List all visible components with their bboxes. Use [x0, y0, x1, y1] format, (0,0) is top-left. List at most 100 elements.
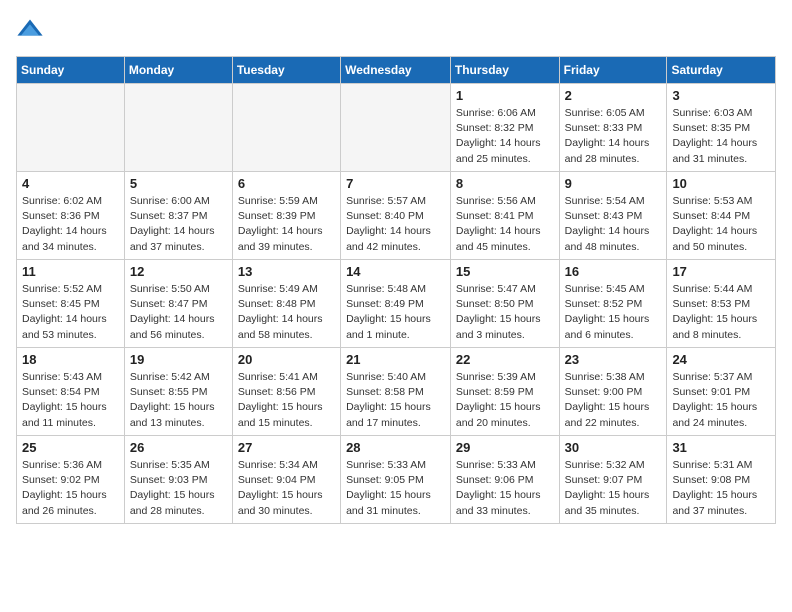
calendar-week-5: 25 Sunrise: 5:36 AM Sunset: 9:02 PM Dayli… [17, 436, 776, 524]
day-number: 28 [346, 440, 445, 455]
calendar-cell: 17 Sunrise: 5:44 AM Sunset: 8:53 PM Dayli… [667, 260, 776, 348]
day-number: 24 [672, 352, 770, 367]
day-number: 13 [238, 264, 335, 279]
calendar-cell: 1 Sunrise: 6:06 AM Sunset: 8:32 PM Daylig… [450, 84, 559, 172]
cell-info: Sunrise: 5:36 AM Sunset: 9:02 PM Dayligh… [22, 458, 119, 519]
day-number: 27 [238, 440, 335, 455]
cell-info: Sunrise: 5:49 AM Sunset: 8:48 PM Dayligh… [238, 282, 335, 343]
cell-info: Sunrise: 5:41 AM Sunset: 8:56 PM Dayligh… [238, 370, 335, 431]
day-number: 5 [130, 176, 227, 191]
weekday-header-thursday: Thursday [450, 57, 559, 84]
cell-info: Sunrise: 6:02 AM Sunset: 8:36 PM Dayligh… [22, 194, 119, 255]
weekday-header-tuesday: Tuesday [232, 57, 340, 84]
cell-info: Sunrise: 5:43 AM Sunset: 8:54 PM Dayligh… [22, 370, 119, 431]
weekday-header-monday: Monday [124, 57, 232, 84]
calendar-cell: 29 Sunrise: 5:33 AM Sunset: 9:06 PM Dayli… [450, 436, 559, 524]
day-number: 31 [672, 440, 770, 455]
calendar-cell: 15 Sunrise: 5:47 AM Sunset: 8:50 PM Dayli… [450, 260, 559, 348]
cell-info: Sunrise: 5:34 AM Sunset: 9:04 PM Dayligh… [238, 458, 335, 519]
day-number: 26 [130, 440, 227, 455]
calendar-week-3: 11 Sunrise: 5:52 AM Sunset: 8:45 PM Dayli… [17, 260, 776, 348]
cell-info: Sunrise: 5:54 AM Sunset: 8:43 PM Dayligh… [565, 194, 662, 255]
day-number: 12 [130, 264, 227, 279]
calendar-cell: 7 Sunrise: 5:57 AM Sunset: 8:40 PM Daylig… [341, 172, 451, 260]
calendar-cell [17, 84, 125, 172]
weekday-header-saturday: Saturday [667, 57, 776, 84]
cell-info: Sunrise: 5:33 AM Sunset: 9:05 PM Dayligh… [346, 458, 445, 519]
day-number: 21 [346, 352, 445, 367]
weekday-header-row: SundayMondayTuesdayWednesdayThursdayFrid… [17, 57, 776, 84]
day-number: 7 [346, 176, 445, 191]
calendar-cell: 20 Sunrise: 5:41 AM Sunset: 8:56 PM Dayli… [232, 348, 340, 436]
calendar-cell: 21Sunrise: 5:40 AM Sunset: 8:58 PM Dayli… [341, 348, 451, 436]
day-number: 2 [565, 88, 662, 103]
calendar-cell: 6 Sunrise: 5:59 AM Sunset: 8:39 PM Daylig… [232, 172, 340, 260]
calendar-cell: 2 Sunrise: 6:05 AM Sunset: 8:33 PM Daylig… [559, 84, 667, 172]
day-number: 17 [672, 264, 770, 279]
day-number: 11 [22, 264, 119, 279]
calendar-cell: 22 Sunrise: 5:39 AM Sunset: 8:59 PM Dayli… [450, 348, 559, 436]
cell-info: Sunrise: 5:53 AM Sunset: 8:44 PM Dayligh… [672, 194, 770, 255]
calendar-cell: 28 Sunrise: 5:33 AM Sunset: 9:05 PM Dayli… [341, 436, 451, 524]
cell-info: Sunrise: 5:44 AM Sunset: 8:53 PM Dayligh… [672, 282, 770, 343]
calendar-cell: 14 Sunrise: 5:48 AM Sunset: 8:49 PM Dayli… [341, 260, 451, 348]
weekday-header-wednesday: Wednesday [341, 57, 451, 84]
cell-info: Sunrise: 5:42 AM Sunset: 8:55 PM Dayligh… [130, 370, 227, 431]
day-number: 19 [130, 352, 227, 367]
day-number: 16 [565, 264, 662, 279]
calendar-cell: 18 Sunrise: 5:43 AM Sunset: 8:54 PM Dayli… [17, 348, 125, 436]
cell-info: Sunrise: 5:52 AM Sunset: 8:45 PM Dayligh… [22, 282, 119, 343]
cell-info: Sunrise: 5:37 AM Sunset: 9:01 PM Dayligh… [672, 370, 770, 431]
cell-info: Sunrise: 5:31 AM Sunset: 9:08 PM Dayligh… [672, 458, 770, 519]
cell-info: Sunrise: 6:05 AM Sunset: 8:33 PM Dayligh… [565, 106, 662, 167]
day-number: 1 [456, 88, 554, 103]
cell-info: Sunrise: 5:57 AM Sunset: 8:40 PM Dayligh… [346, 194, 445, 255]
day-number: 6 [238, 176, 335, 191]
logo-icon [16, 16, 44, 44]
day-number: 9 [565, 176, 662, 191]
weekday-header-sunday: Sunday [17, 57, 125, 84]
calendar-cell: 16Sunrise: 5:45 AM Sunset: 8:52 PM Dayli… [559, 260, 667, 348]
calendar-cell: 19 Sunrise: 5:42 AM Sunset: 8:55 PM Dayli… [124, 348, 232, 436]
day-number: 22 [456, 352, 554, 367]
weekday-header-friday: Friday [559, 57, 667, 84]
calendar-cell: 11 Sunrise: 5:52 AM Sunset: 8:45 PM Dayli… [17, 260, 125, 348]
calendar-cell: 3Sunrise: 6:03 AM Sunset: 8:35 PM Daylig… [667, 84, 776, 172]
calendar-week-1: 1 Sunrise: 6:06 AM Sunset: 8:32 PM Daylig… [17, 84, 776, 172]
calendar-cell: 26 Sunrise: 5:35 AM Sunset: 9:03 PM Dayli… [124, 436, 232, 524]
cell-info: Sunrise: 5:59 AM Sunset: 8:39 PM Dayligh… [238, 194, 335, 255]
calendar-cell: 12 Sunrise: 5:50 AM Sunset: 8:47 PM Dayli… [124, 260, 232, 348]
calendar-cell: 30Sunrise: 5:32 AM Sunset: 9:07 PM Dayli… [559, 436, 667, 524]
day-number: 23 [565, 352, 662, 367]
cell-info: Sunrise: 6:00 AM Sunset: 8:37 PM Dayligh… [130, 194, 227, 255]
day-number: 14 [346, 264, 445, 279]
cell-info: Sunrise: 5:33 AM Sunset: 9:06 PM Dayligh… [456, 458, 554, 519]
day-number: 15 [456, 264, 554, 279]
calendar-cell: 4 Sunrise: 6:02 AM Sunset: 8:36 PM Daylig… [17, 172, 125, 260]
cell-info: Sunrise: 5:48 AM Sunset: 8:49 PM Dayligh… [346, 282, 445, 343]
cell-info: Sunrise: 5:50 AM Sunset: 8:47 PM Dayligh… [130, 282, 227, 343]
day-number: 30 [565, 440, 662, 455]
calendar-cell [232, 84, 340, 172]
calendar-cell [124, 84, 232, 172]
cell-info: Sunrise: 5:56 AM Sunset: 8:41 PM Dayligh… [456, 194, 554, 255]
day-number: 8 [456, 176, 554, 191]
day-number: 10 [672, 176, 770, 191]
page-header [16, 16, 776, 44]
cell-info: Sunrise: 6:06 AM Sunset: 8:32 PM Dayligh… [456, 106, 554, 167]
calendar-cell: 13 Sunrise: 5:49 AM Sunset: 8:48 PM Dayli… [232, 260, 340, 348]
day-number: 20 [238, 352, 335, 367]
calendar-cell: 10 Sunrise: 5:53 AM Sunset: 8:44 PM Dayli… [667, 172, 776, 260]
day-number: 4 [22, 176, 119, 191]
day-number: 25 [22, 440, 119, 455]
cell-info: Sunrise: 5:38 AM Sunset: 9:00 PM Dayligh… [565, 370, 662, 431]
cell-info: Sunrise: 5:39 AM Sunset: 8:59 PM Dayligh… [456, 370, 554, 431]
cell-info: Sunrise: 5:47 AM Sunset: 8:50 PM Dayligh… [456, 282, 554, 343]
day-number: 29 [456, 440, 554, 455]
logo [16, 16, 48, 44]
day-number: 18 [22, 352, 119, 367]
calendar-cell: 27 Sunrise: 5:34 AM Sunset: 9:04 PM Dayli… [232, 436, 340, 524]
cell-info: Sunrise: 5:35 AM Sunset: 9:03 PM Dayligh… [130, 458, 227, 519]
calendar-cell: 9 Sunrise: 5:54 AM Sunset: 8:43 PM Daylig… [559, 172, 667, 260]
calendar-cell: 5 Sunrise: 6:00 AM Sunset: 8:37 PM Daylig… [124, 172, 232, 260]
